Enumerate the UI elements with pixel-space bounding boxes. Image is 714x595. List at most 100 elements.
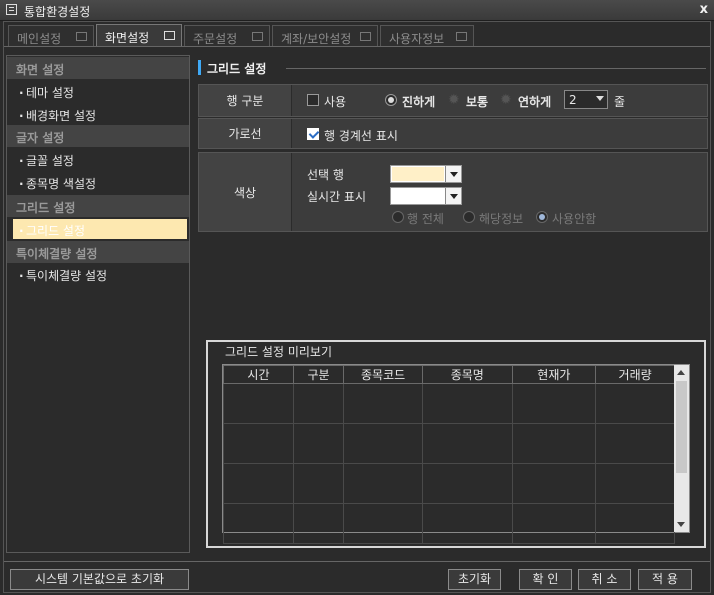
use-label: 사용 <box>324 95 347 109</box>
column-header[interactable]: 종목코드 <box>343 365 423 384</box>
row-divider-label: 행 구분 <box>199 85 292 116</box>
radio-normal-label[interactable]: 보통 <box>466 93 488 110</box>
page-title: 그리드 설정 <box>207 62 267 76</box>
bullet: · <box>19 269 24 283</box>
sidebar-item-label: 배경화면 설정 <box>26 109 97 123</box>
tab-user-info[interactable]: 사용자정보 <box>380 25 474 47</box>
row-divider-setting: 행 구분 사용 진하게 ✹ 보통 ✹ 연하게 2 줄 <box>198 84 708 117</box>
tab-label: 메인설정 <box>17 32 62 46</box>
chevron-down-icon <box>445 166 461 182</box>
column-header[interactable]: 시간 <box>223 365 294 384</box>
sidebar-section-unusual-volume: 특이체결량 설정 <box>7 241 189 263</box>
chevron-down-icon <box>445 188 461 204</box>
color-setting: 색상 선택 행 실시간 표시 행 전체 해당정보 사용안함 <box>198 152 708 232</box>
sidebar-item-theme[interactable]: · 테마 설정 <box>13 81 187 101</box>
radio-dark-label: 진하게 <box>402 95 436 109</box>
bullet: · <box>19 86 24 100</box>
sidebar-item-grid[interactable]: · 그리드 설정 <box>13 219 187 239</box>
scroll-up-icon[interactable] <box>677 370 685 375</box>
radio-none[interactable] <box>536 211 548 223</box>
scroll-thumb[interactable] <box>676 381 687 473</box>
reset-to-default-button[interactable]: 시스템 기본값으로 초기화 <box>10 569 189 590</box>
radio-light-label[interactable]: 연하게 <box>518 93 551 110</box>
use-checkbox[interactable] <box>307 94 319 106</box>
gridline-setting: 가로선 행 경계선 표시 <box>198 118 708 149</box>
preview-grid: 시간 구분 종목코드 종목명 현재가 거래량 <box>222 364 690 544</box>
color-label: 색상 <box>199 153 292 231</box>
table-row <box>223 423 675 464</box>
reset-button[interactable]: 초기화 <box>448 569 501 590</box>
gear-icon: ✹ <box>448 92 460 108</box>
table-row <box>223 463 675 504</box>
column-header[interactable]: 구분 <box>292 365 345 384</box>
sidebar-item-stock-color[interactable]: · 종목명 색설정 <box>13 172 187 192</box>
realtime-color-picker[interactable] <box>390 187 462 205</box>
tab-label: 사용자정보 <box>389 32 445 46</box>
table-header-row: 시간 구분 종목코드 종목명 현재가 거래량 <box>223 365 675 384</box>
sidebar-item-font[interactable]: · 글꼴 설정 <box>13 149 187 169</box>
user-icon <box>456 32 467 41</box>
radio-row-all[interactable] <box>392 211 404 223</box>
preview-table: 시간 구분 종목코드 종목명 현재가 거래량 <box>223 365 675 544</box>
sidebar-item-label: 글꼴 설정 <box>26 154 74 168</box>
lock-icon <box>360 32 371 41</box>
row-count-unit: 줄 <box>614 95 626 109</box>
radio-row-all-label: 행 전체 <box>407 212 444 226</box>
column-header[interactable]: 거래량 <box>595 365 675 384</box>
tab-label: 주문설정 <box>193 32 238 46</box>
window-menu-icon[interactable] <box>6 4 17 15</box>
sidebar-section-screen: 화면 설정 <box>7 57 189 79</box>
tab-order-settings[interactable]: 주문설정 <box>184 25 270 47</box>
close-icon[interactable]: x <box>700 2 708 17</box>
table-row <box>223 503 675 544</box>
scroll-down-icon[interactable] <box>677 522 685 527</box>
footer-divider <box>4 561 710 562</box>
row-border-checkbox[interactable] <box>307 128 319 140</box>
sidebar-item-label: 종목명 색설정 <box>26 177 97 191</box>
color-swatch <box>392 167 444 181</box>
radio-dark[interactable] <box>385 94 397 106</box>
accent-bar <box>198 60 201 75</box>
row-count-select[interactable]: 2 <box>564 90 608 109</box>
sidebar-item-label: 테마 설정 <box>26 86 74 100</box>
tab-account-security[interactable]: 계좌/보안설정 <box>272 25 378 47</box>
column-header[interactable]: 현재가 <box>511 365 597 384</box>
selected-row-color-picker[interactable] <box>390 165 462 183</box>
gridline-content: 행 경계선 표시 <box>292 119 707 148</box>
sidebar: 화면 설정 · 테마 설정 · 배경화면 설정 글자 설정 · 글꼴 설정 · 종목명 … <box>6 55 190 553</box>
column-header[interactable]: 종목명 <box>421 365 513 384</box>
title-bar: 통합환경설정 x <box>0 0 714 21</box>
grid-preview: 그리드 설정 미리보기 시간 구분 종목코드 종목명 현재가 거래량 <box>206 340 706 548</box>
tab-label: 화면설정 <box>105 31 150 45</box>
radio-relevant-info[interactable] <box>463 211 475 223</box>
row-count-value: 2 <box>569 93 577 107</box>
tab-main-settings[interactable]: 메인설정 <box>8 25 94 47</box>
color-swatch <box>392 189 444 203</box>
realtime-label: 실시간 표시 <box>307 190 367 204</box>
tab-screen-settings[interactable]: 화면설정 <box>96 24 182 47</box>
color-content: 선택 행 실시간 표시 행 전체 해당정보 사용안함 <box>292 153 707 231</box>
sidebar-section-grid: 그리드 설정 <box>7 195 189 217</box>
ok-button[interactable]: 확 인 <box>519 569 572 590</box>
gear-icon: ✹ <box>500 92 512 108</box>
windows-icon <box>164 31 175 40</box>
bullet: · <box>19 154 24 168</box>
row-border-label: 행 경계선 표시 <box>324 129 398 143</box>
apply-button[interactable]: 적 용 <box>638 569 692 590</box>
sidebar-item-unusual-volume[interactable]: · 특이체결량 설정 <box>13 264 187 284</box>
table-row <box>223 383 675 424</box>
gridline-label: 가로선 <box>199 119 292 148</box>
sidebar-item-background[interactable]: · 배경화면 설정 <box>13 104 187 124</box>
radio-none-label: 사용안함 <box>552 212 597 226</box>
cancel-button[interactable]: 취 소 <box>578 569 631 590</box>
selected-row-label: 선택 행 <box>307 168 344 182</box>
sidebar-item-label: 특이체결량 설정 <box>26 269 108 283</box>
window-title: 통합환경설정 <box>24 5 91 19</box>
header-rule <box>286 68 706 69</box>
tab-divider <box>4 46 710 47</box>
bullet: · <box>19 224 24 238</box>
vertical-scrollbar[interactable] <box>674 365 689 532</box>
bullet: · <box>19 109 24 123</box>
sidebar-item-label: 그리드 설정 <box>26 224 86 238</box>
preview-title: 그리드 설정 미리보기 <box>222 343 335 360</box>
